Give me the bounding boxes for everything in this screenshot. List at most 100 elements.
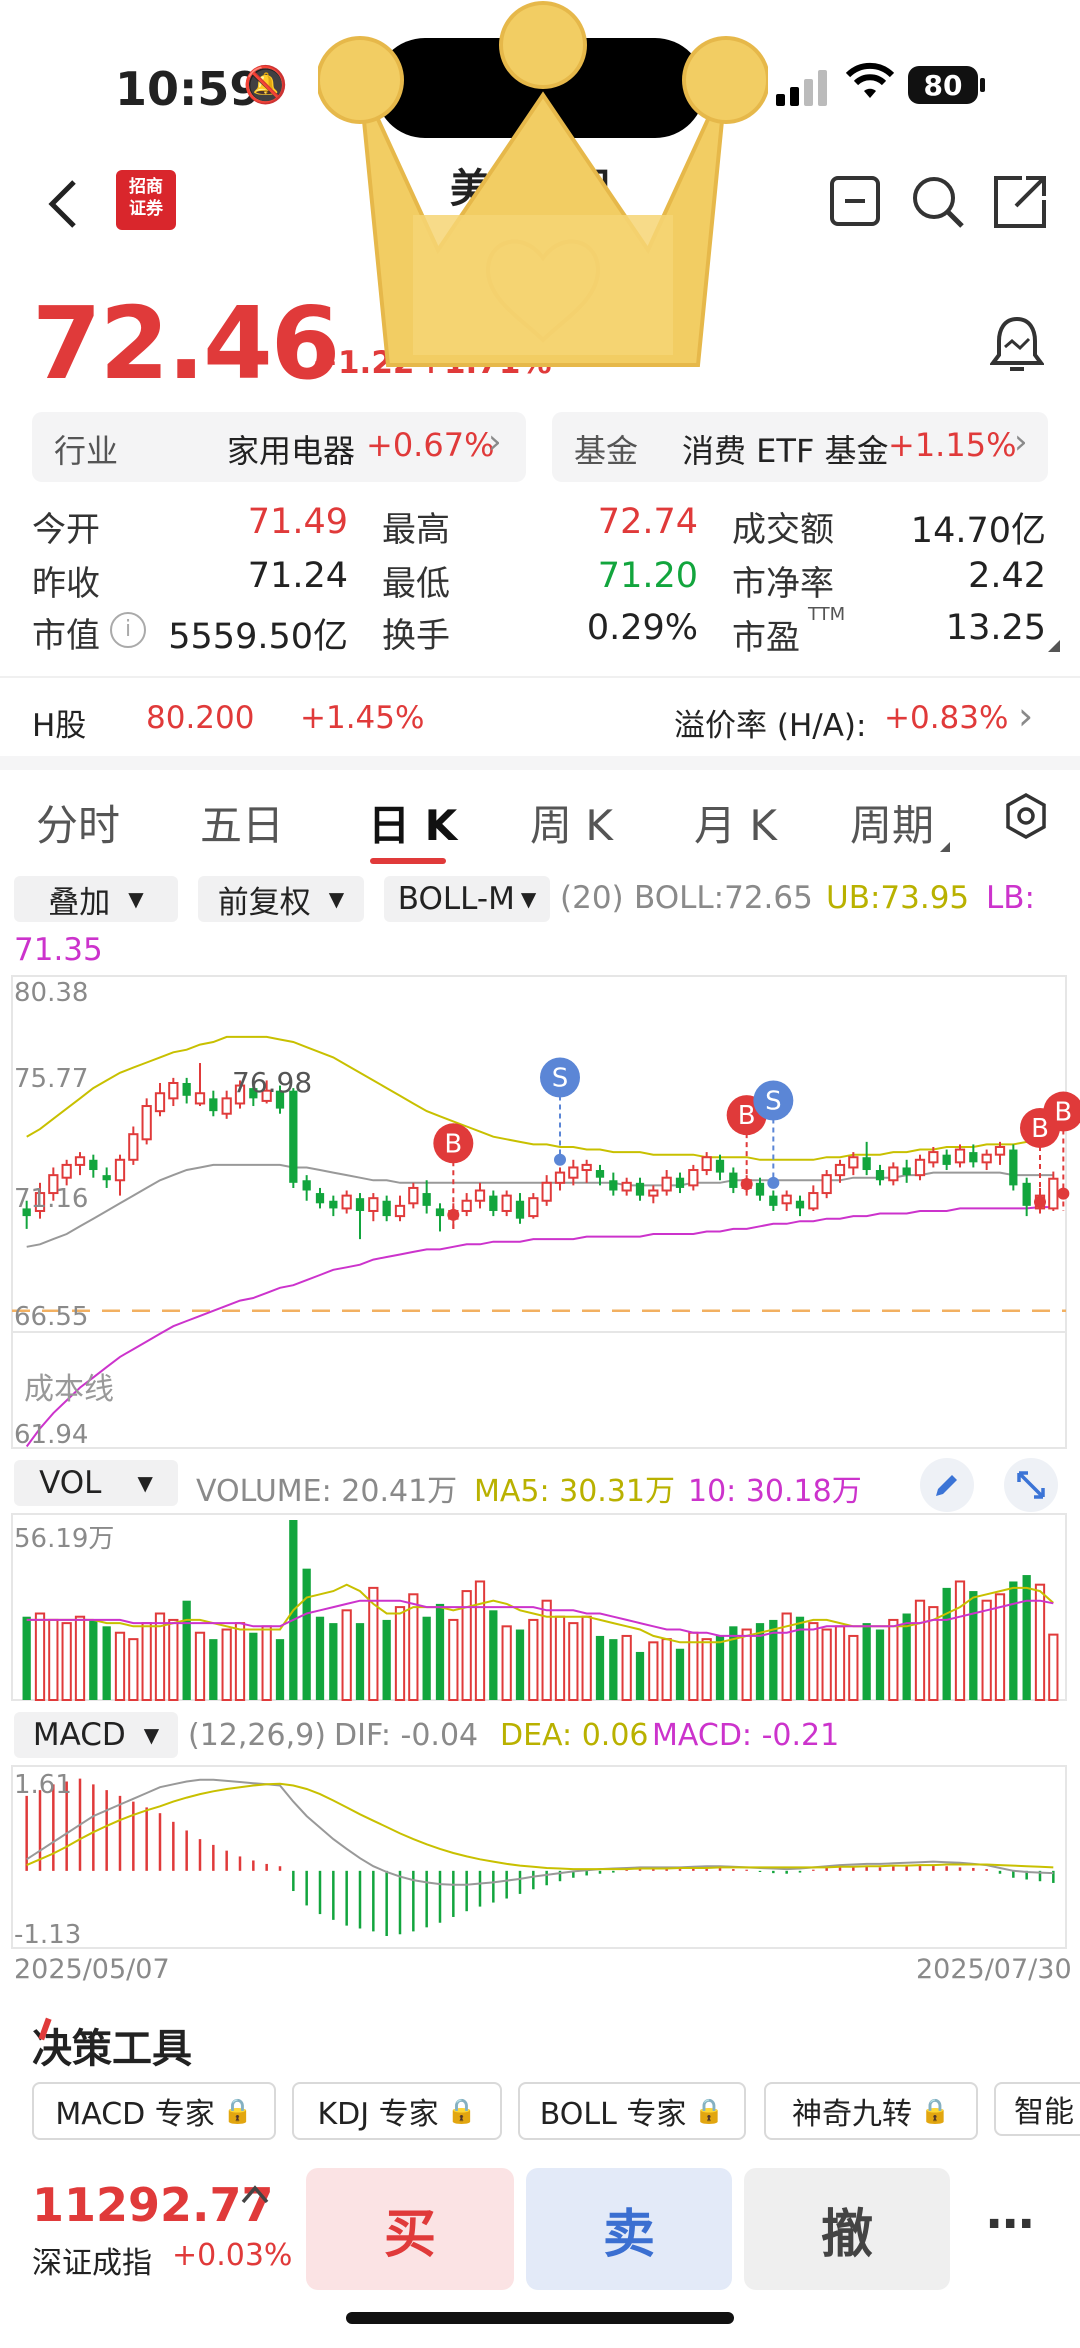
tool-label: MACD 专家	[55, 2097, 215, 2132]
macd-label: MACD	[32, 1717, 126, 1753]
tab-monthly-k[interactable]: 月 K	[694, 792, 777, 853]
fund-pill[interactable]: 基金 消费 ETF 基金 +1.15% ›	[552, 412, 1048, 482]
macd-dropdown[interactable]: MACD ▼	[14, 1712, 178, 1758]
caret-down-icon: ▼	[143, 1723, 160, 1747]
alert-bell-icon[interactable]	[989, 315, 1045, 379]
expand-arrows-icon[interactable]	[1004, 1458, 1058, 1512]
marker-dot	[1034, 1196, 1046, 1209]
tool-kdj-expert[interactable]: KDJ 专家 🔒	[292, 2082, 502, 2140]
marker-dot	[740, 1178, 753, 1191]
candle	[554, 1171, 566, 1184]
candle	[368, 1197, 379, 1212]
candle	[595, 1170, 605, 1178]
candle	[61, 1163, 72, 1179]
volume-bar	[474, 1580, 486, 1701]
volume-bar	[48, 1618, 59, 1701]
candle	[515, 1200, 525, 1219]
tab-weekly-k[interactable]: 周 K	[530, 792, 613, 853]
candle	[902, 1167, 911, 1176]
volume-bar	[168, 1618, 179, 1701]
chart-frame	[11, 975, 1067, 1449]
overlay-dropdown[interactable]: 叠加 ▼	[14, 876, 178, 922]
h-share-row[interactable]: H股 80.200 +1.45% 溢价率 (H/A): +0.83% ›	[0, 690, 1080, 750]
volume-bar	[249, 1632, 258, 1700]
vol-dropdown[interactable]: VOL ▼	[14, 1460, 178, 1506]
candle	[114, 1158, 126, 1182]
volume-bar	[234, 1622, 246, 1701]
axis-label-bottom: 61.94	[14, 1420, 89, 1450]
volume-bar	[261, 1625, 272, 1701]
candle	[609, 1180, 618, 1191]
volume-bar	[581, 1615, 592, 1701]
expand-corner-icon[interactable]	[1048, 640, 1060, 652]
stat-label: 最高	[382, 510, 450, 550]
candle	[221, 1097, 232, 1115]
sell-button[interactable]: 卖	[526, 2168, 732, 2290]
candle	[621, 1181, 632, 1192]
stat-label: 最低	[382, 564, 450, 604]
more-icon[interactable]: ⋯	[986, 2196, 1034, 2252]
index-value[interactable]: 11292.77	[32, 2178, 274, 2232]
candle	[541, 1181, 552, 1202]
index-pct: +0.03%	[172, 2238, 293, 2273]
volume-bar	[102, 1626, 111, 1700]
candle	[981, 1153, 992, 1164]
share-icon[interactable]	[992, 174, 1048, 234]
lock-icon: 🔒	[222, 2097, 253, 2125]
tool-macd-expert[interactable]: MACD 专家 🔒	[32, 2082, 276, 2140]
chart-settings-icon[interactable]	[1004, 792, 1048, 844]
edit-pencil-icon[interactable]	[920, 1458, 974, 1512]
volume-bar	[209, 1639, 218, 1700]
volume-bar	[554, 1615, 566, 1701]
fund-name: 消费 ETF 基金	[682, 432, 889, 470]
search-icon[interactable]	[910, 174, 966, 234]
chevron-up-icon[interactable]	[240, 2182, 270, 2210]
volume-bar	[981, 1599, 992, 1701]
candle	[289, 1090, 298, 1183]
volume-bar	[1022, 1575, 1031, 1700]
vol-ma10-value: 10: 30.18万	[688, 1474, 862, 1509]
tool-smart[interactable]: 智能	[994, 2082, 1080, 2136]
cancel-order-button[interactable]: 撤	[744, 2168, 950, 2290]
chevron-right-icon: ›	[1014, 422, 1028, 462]
candle	[862, 1157, 871, 1171]
chevron-right-icon: ›	[488, 422, 502, 462]
premium-label: 溢价率 (H/A):	[674, 708, 867, 744]
volume-bar	[89, 1619, 98, 1700]
minus-box-icon[interactable]	[830, 176, 880, 226]
stat-label: 市净率	[732, 564, 834, 604]
tool-magic-nine[interactable]: 神奇九转 🔒	[764, 2082, 978, 2140]
volume-bar	[221, 1628, 232, 1701]
indicator-dropdown[interactable]: BOLL-M ▼	[384, 876, 550, 922]
tool-label: 神奇九转	[792, 2097, 913, 2132]
candlestick-chart[interactable]: BSB SBB	[0, 970, 1080, 1455]
candle	[715, 1159, 725, 1173]
caret-down-icon: ▼	[137, 1471, 153, 1495]
marker-letter: B	[1054, 1098, 1072, 1128]
buy-button[interactable]: 买	[306, 2168, 514, 2290]
adjust-dropdown[interactable]: 前复权 ▼	[198, 876, 364, 922]
vol-ma10-line	[26, 1599, 1054, 1637]
tab-five-day[interactable]: 五日	[200, 792, 284, 853]
caret-down-icon: ▼	[328, 887, 345, 911]
caret-down-icon: ▼	[128, 887, 144, 911]
tab-period[interactable]: 周期	[850, 792, 934, 853]
stat-sup: TTM	[808, 604, 846, 625]
axis-label-4: 66.55	[14, 1302, 89, 1332]
tab-intraday[interactable]: 分时	[36, 792, 120, 853]
volume-bar	[74, 1615, 86, 1701]
tool-boll-expert[interactable]: BOLL 专家 🔒	[518, 2082, 746, 2140]
vol-ma5-line	[26, 1583, 1054, 1644]
cost-line-label: 成本线	[24, 1372, 114, 1407]
volume-bar	[355, 1623, 365, 1700]
volume-bar	[1009, 1581, 1018, 1700]
volume-bar	[715, 1635, 725, 1700]
volume-bar	[1048, 1633, 1059, 1701]
back-icon[interactable]	[46, 178, 80, 234]
tab-daily-k[interactable]: 日 K	[368, 792, 457, 853]
volume-bar	[914, 1599, 926, 1701]
volume-max-label: 56.19万	[14, 1524, 115, 1554]
sector-pill[interactable]: 行业 家用电器 +0.67% ›	[32, 412, 526, 482]
info-icon[interactable]: i	[110, 612, 146, 648]
stat-label: 换手	[382, 616, 450, 656]
